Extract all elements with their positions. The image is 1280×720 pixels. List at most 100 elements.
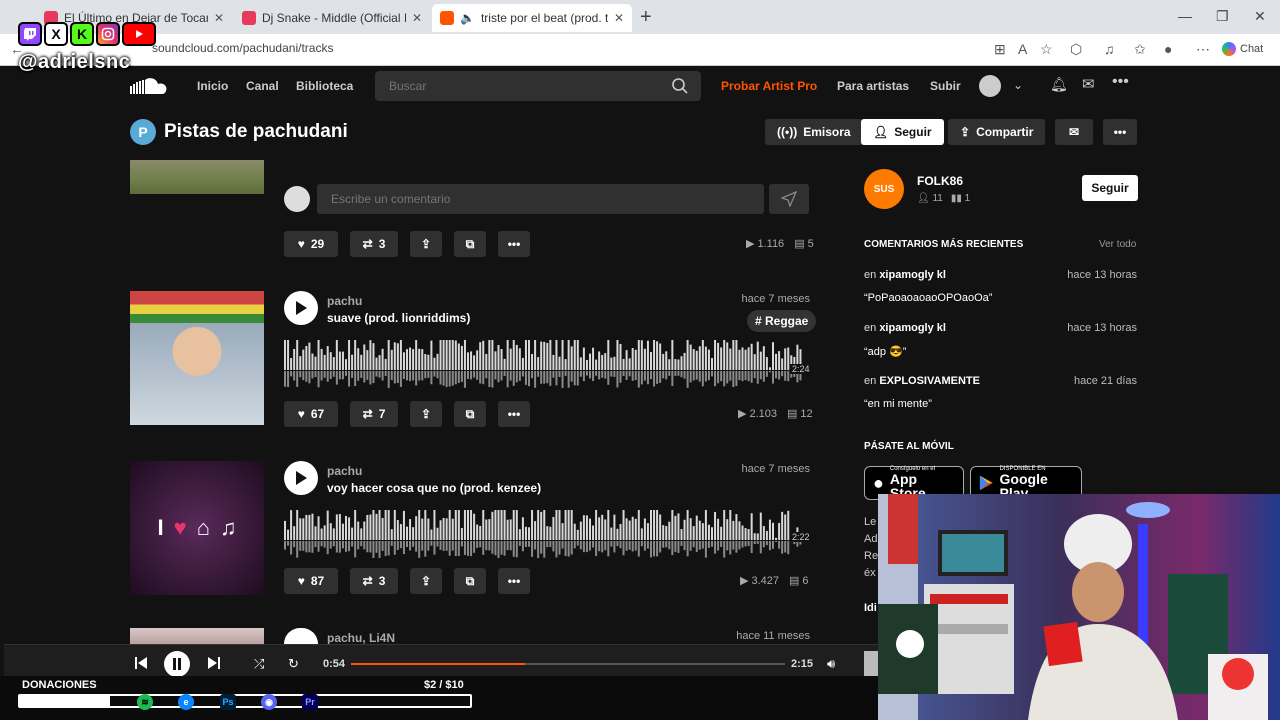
language-label[interactable]: Idi: [864, 602, 877, 614]
for-artists-link[interactable]: Para artistas: [837, 79, 909, 93]
close-tab-icon[interactable]: ✕: [614, 11, 624, 25]
message-button[interactable]: ✉: [1055, 119, 1093, 145]
minimize-icon[interactable]: —: [1178, 8, 1192, 24]
copy-link-button[interactable]: ⧉: [454, 401, 486, 427]
track-artwork[interactable]: [130, 160, 264, 194]
nav-feed[interactable]: Canal: [246, 79, 279, 93]
like-button[interactable]: ♥ 87: [284, 568, 338, 594]
track-artwork[interactable]: [130, 291, 264, 425]
copilot-chat-button[interactable]: Chat: [1222, 42, 1263, 56]
extensions-icon[interactable]: ⬡: [1070, 41, 1082, 58]
progress-bar[interactable]: [351, 663, 785, 665]
more-button[interactable]: •••: [1103, 119, 1137, 145]
volume-icon[interactable]: 🔊︎: [827, 656, 835, 672]
favorite-star-icon[interactable]: ☆: [1040, 41, 1053, 58]
follow-button[interactable]: 👤︎ Seguir: [861, 119, 944, 145]
previous-icon[interactable]: [133, 655, 149, 676]
more-button[interactable]: •••: [498, 231, 530, 257]
more-options-icon[interactable]: •••: [1112, 73, 1129, 91]
track-artwork[interactable]: I ♥ ⌂ ♫: [130, 461, 264, 595]
nav-library[interactable]: Biblioteca: [296, 79, 353, 93]
soundcloud-logo-icon[interactable]: [130, 76, 170, 96]
repost-button[interactable]: ⇄ 3: [350, 568, 398, 594]
browser-tab[interactable]: Dj Snake - Middle (Official Instrum ✕: [234, 4, 430, 32]
share-button[interactable]: ⇪ Compartir: [948, 119, 1046, 145]
url-text[interactable]: soundcloud.com/pachudani/tracks: [152, 41, 333, 55]
nav-home[interactable]: Inicio: [197, 79, 228, 93]
messages-mail-icon[interactable]: ✉: [1082, 75, 1095, 93]
waveform-reflection-bar: [753, 371, 756, 379]
next-icon[interactable]: [206, 655, 222, 676]
new-tab-icon[interactable]: +: [640, 6, 652, 29]
footer-link[interactable]: Re: [864, 550, 878, 562]
waveform[interactable]: [284, 510, 809, 560]
footer-link[interactable]: Le: [864, 516, 876, 528]
play-button[interactable]: [284, 291, 318, 325]
upload-link[interactable]: Subir: [930, 79, 961, 93]
more-icon[interactable]: ⋯: [1196, 41, 1210, 58]
waveform-bar: [497, 344, 500, 370]
play-count-icon: ▶: [740, 575, 749, 587]
waveform-bar: [531, 353, 534, 370]
close-tab-icon[interactable]: ✕: [412, 11, 422, 25]
browser-tab-active[interactable]: 🔈 triste por el beat (prod. typhe ✕: [432, 4, 632, 32]
track-artwork[interactable]: [130, 628, 264, 644]
share-button[interactable]: ⇪: [410, 401, 442, 427]
maximize-icon[interactable]: ❐: [1216, 8, 1229, 25]
track-artist[interactable]: pachu, Li4N: [327, 631, 395, 645]
user-avatar[interactable]: [979, 75, 1001, 97]
track-title[interactable]: suave (prod. lionriddims): [327, 311, 470, 325]
apps-icon[interactable]: ⊞: [994, 41, 1006, 58]
profile-badge[interactable]: P: [130, 119, 156, 145]
track-title[interactable]: voy hacer cosa que no (prod. kenzee): [327, 481, 541, 495]
chevron-down-icon[interactable]: ⌄: [1013, 78, 1023, 92]
repost-button[interactable]: ⇄ 7: [350, 401, 398, 427]
shuffle-icon[interactable]: ⤮: [254, 656, 264, 672]
favorites-icon[interactable]: ✩: [1134, 41, 1146, 58]
repost-button[interactable]: ⇄ 3: [350, 231, 398, 257]
footer-link[interactable]: éx: [864, 567, 876, 579]
share-button[interactable]: ⇪: [410, 568, 442, 594]
photoshop-icon[interactable]: Ps: [220, 694, 236, 710]
waveform-bar: [354, 340, 357, 370]
suggested-follow-button[interactable]: Seguir: [1082, 175, 1138, 201]
notifications-bell-icon[interactable]: 🔔︎: [1050, 76, 1068, 93]
profile-icon[interactable]: ●: [1164, 41, 1172, 57]
spotify-icon[interactable]: ≋: [137, 694, 153, 710]
waveform[interactable]: [284, 340, 809, 390]
speaker-icon[interactable]: 🔈: [460, 11, 475, 25]
like-button[interactable]: ♥ 29: [284, 231, 338, 257]
share-icon: ⇪: [420, 574, 432, 588]
see-all-link[interactable]: Ver todo: [1099, 239, 1136, 250]
more-button[interactable]: •••: [498, 568, 530, 594]
close-tab-icon[interactable]: ✕: [214, 11, 224, 25]
repeat-icon[interactable]: ↻: [288, 656, 299, 672]
premiere-icon[interactable]: Pr: [302, 694, 318, 710]
media-icon[interactable]: ♫: [1104, 41, 1115, 57]
read-aloud-icon[interactable]: A: [1018, 41, 1027, 57]
search-input[interactable]: [375, 71, 635, 101]
footer-link[interactable]: Ad: [864, 533, 877, 545]
track-artist[interactable]: pachu: [327, 294, 362, 308]
send-comment-button[interactable]: [769, 184, 809, 214]
discord-icon[interactable]: ◉: [261, 694, 277, 710]
waveform-bar: [290, 510, 293, 540]
more-button[interactable]: •••: [498, 401, 530, 427]
station-button[interactable]: ((•)) Emisora: [765, 119, 863, 145]
copy-link-button[interactable]: ⧉: [454, 568, 486, 594]
suggested-user-name[interactable]: FOLK86: [917, 174, 963, 188]
comment-input[interactable]: [317, 184, 764, 214]
suggested-user-avatar[interactable]: SUS: [864, 169, 904, 209]
copy-link-button[interactable]: ⧉: [454, 231, 486, 257]
share-button[interactable]: ⇪: [410, 231, 442, 257]
edge-icon[interactable]: e: [178, 694, 194, 710]
play-button[interactable]: [284, 628, 318, 644]
genre-tag[interactable]: # Reggae: [747, 310, 817, 332]
try-artist-pro-link[interactable]: Probar Artist Pro: [721, 79, 817, 93]
search-icon[interactable]: [671, 77, 689, 95]
close-window-icon[interactable]: ✕: [1254, 8, 1266, 25]
now-playing-artwork[interactable]: [864, 651, 878, 677]
play-button[interactable]: [284, 461, 318, 495]
track-artist[interactable]: pachu: [327, 464, 362, 478]
like-button[interactable]: ♥ 67: [284, 401, 338, 427]
